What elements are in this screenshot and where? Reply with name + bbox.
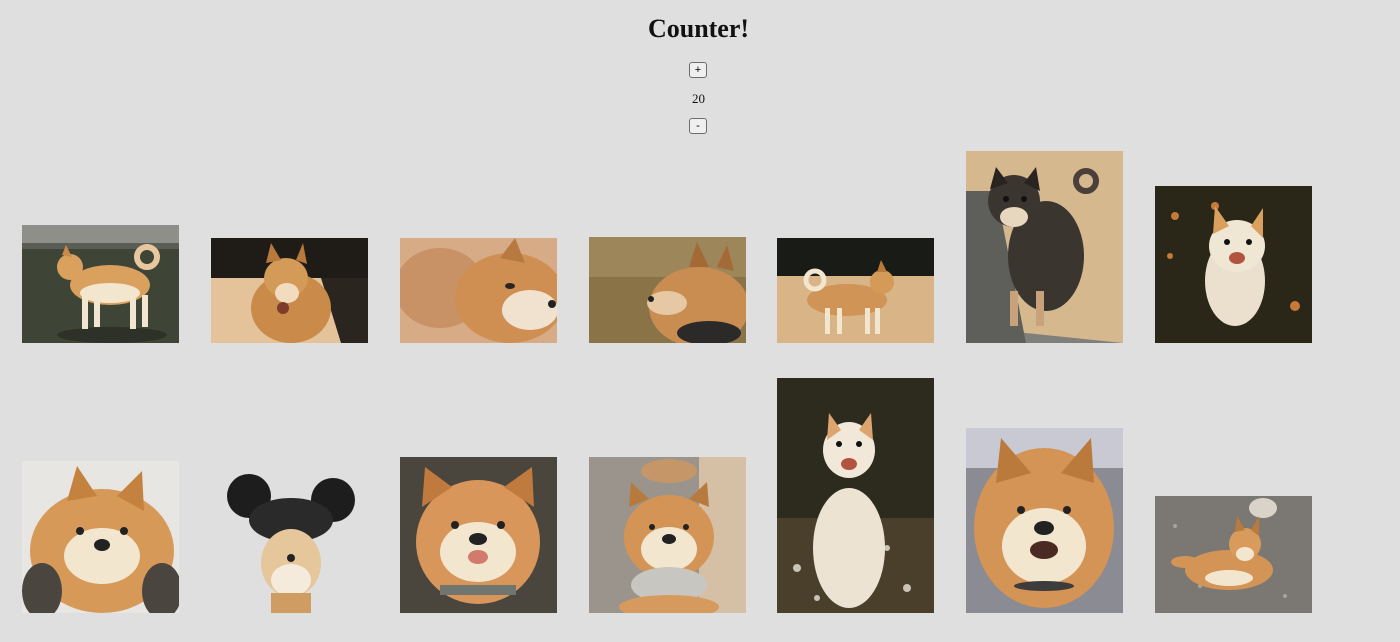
dog-photo-10 bbox=[400, 457, 557, 613]
dog-photo-7 bbox=[1155, 186, 1312, 343]
dog-photo-2 bbox=[211, 238, 368, 343]
dog-photo-11 bbox=[589, 457, 746, 613]
dog-photo-1 bbox=[22, 225, 179, 343]
dog-photo-6 bbox=[966, 151, 1123, 343]
counter-value: 20 bbox=[692, 91, 705, 106]
increment-button[interactable]: + bbox=[689, 62, 707, 78]
dog-photo-9 bbox=[211, 468, 368, 613]
dog-photo-3 bbox=[400, 238, 557, 343]
counter-page: Counter! + 20 - bbox=[0, 0, 1400, 642]
dog-photo-5 bbox=[777, 238, 934, 343]
dog-photo-12 bbox=[777, 378, 934, 613]
dog-photo-4 bbox=[589, 237, 746, 343]
page-title: Counter! bbox=[647, 14, 750, 43]
decrement-button[interactable]: - bbox=[689, 118, 707, 134]
dog-photo-13 bbox=[966, 428, 1123, 613]
dog-photo-14 bbox=[1155, 496, 1312, 613]
dog-photo-8 bbox=[22, 461, 179, 613]
